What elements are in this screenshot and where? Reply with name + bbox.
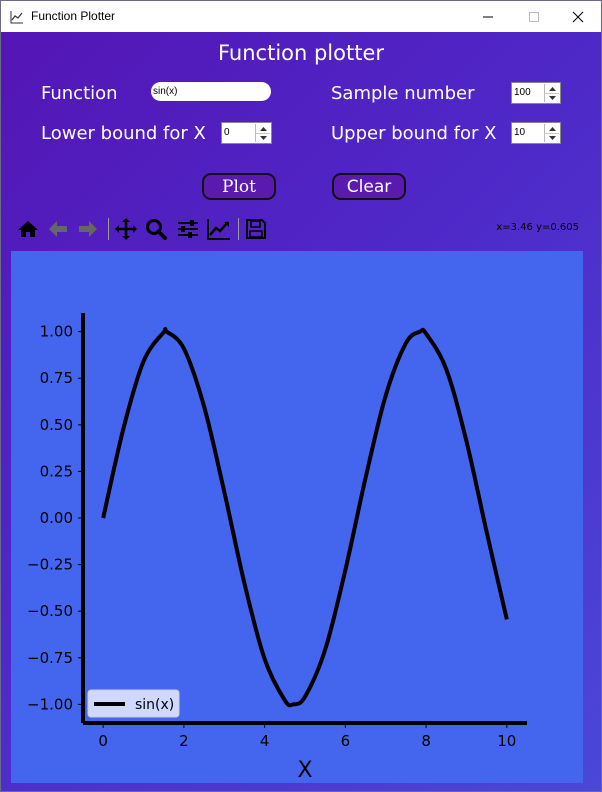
page-title: Function plotter	[217, 41, 385, 65]
chart-svg: 0 2 4 6 8 10 −1.00 −0.75 −0.50 −0.25 0.00 0.25 0.50 0…	[27, 313, 527, 783]
maximize-button[interactable]	[511, 1, 557, 32]
spin-down-button[interactable]	[256, 133, 270, 142]
spin-down-button[interactable]	[545, 133, 559, 142]
spin-buttons	[255, 124, 270, 142]
y-tick-label: 0.75	[40, 369, 73, 387]
spin-buttons	[544, 124, 559, 142]
edit-axis-icon[interactable]	[206, 215, 232, 243]
spin-down-button[interactable]	[545, 93, 559, 102]
y-tick-label: 0.50	[40, 416, 73, 434]
legend: sin(x)	[87, 689, 180, 718]
cursor-coordinate-readout: x=3.46 y=0.605	[496, 222, 579, 233]
lower-bound-value: 0	[224, 127, 230, 138]
x-tick-label: 2	[179, 732, 189, 750]
minimize-button[interactable]	[465, 1, 511, 32]
pan-icon[interactable]	[113, 215, 139, 243]
tick-labels: 0 2 4 6 8 10 −1.00 −0.75 −0.50 −0.25 0.00 0.25 0.50 0…	[27, 323, 516, 750]
y-tick-label: −1.00	[27, 695, 73, 713]
x-tick-label: 6	[341, 732, 351, 750]
sample-number-value: 100	[514, 87, 531, 98]
x-axis-label: X	[297, 758, 312, 783]
clear-button[interactable]: Clear	[332, 173, 406, 200]
home-icon[interactable]	[15, 215, 41, 243]
function-label: Function	[41, 83, 118, 104]
plot-canvas[interactable]: 0 2 4 6 8 10 −1.00 −0.75 −0.50 −0.25 0.00 0.25 0.50 0…	[11, 251, 583, 783]
y-tick-label: −0.75	[27, 649, 73, 667]
close-button[interactable]	[555, 1, 601, 32]
x-tick-label: 8	[421, 732, 431, 750]
axes	[78, 313, 527, 728]
upper-bound-value: 10	[514, 127, 526, 138]
upper-bound-spinbox[interactable]: 10	[511, 122, 561, 144]
lower-bound-label: Lower bound for X	[41, 123, 206, 144]
series-line-sinx	[101, 327, 509, 708]
legend-label: sin(x)	[135, 697, 174, 713]
caret-up-icon	[548, 86, 556, 91]
sample-number-label: Sample number	[331, 83, 475, 104]
x-tick-label: 0	[98, 732, 108, 750]
window-title: Function Plotter	[31, 9, 116, 23]
function-input[interactable]	[151, 82, 271, 101]
app-window: Function Plotter Function plotter Functi…	[0, 0, 602, 792]
upper-bound-label: Upper bound for X	[331, 123, 497, 144]
caret-up-icon	[548, 126, 556, 131]
title-bar: Function Plotter	[1, 1, 601, 32]
plot-button[interactable]: Plot	[202, 173, 276, 200]
y-tick-label: 0.00	[40, 509, 73, 527]
configure-subplots-icon[interactable]	[175, 215, 201, 243]
x-tick-label: 10	[497, 732, 516, 750]
toolbar-separator	[238, 218, 239, 240]
toolbar-separator	[108, 218, 109, 240]
plot-toolbar	[15, 215, 285, 243]
spin-buttons	[544, 84, 559, 102]
y-tick-label: 1.00	[40, 323, 73, 341]
caret-down-icon	[548, 95, 556, 100]
y-tick-label: −0.25	[27, 556, 73, 574]
forward-arrow-icon[interactable]	[75, 215, 101, 243]
back-arrow-icon[interactable]	[45, 215, 71, 243]
main-panel: Function plotter Function Sample number …	[1, 32, 601, 791]
x-tick-label: 4	[260, 732, 270, 750]
caret-down-icon	[548, 135, 556, 140]
lower-bound-spinbox[interactable]: 0	[221, 122, 272, 144]
save-icon[interactable]	[243, 215, 269, 243]
y-tick-label: 0.25	[40, 462, 73, 480]
zoom-icon[interactable]	[143, 215, 169, 243]
chart-line-icon	[10, 9, 24, 24]
caret-up-icon	[259, 126, 267, 131]
caret-down-icon	[259, 135, 267, 140]
sample-number-spinbox[interactable]: 100	[511, 82, 561, 104]
y-tick-label: −0.50	[27, 602, 73, 620]
